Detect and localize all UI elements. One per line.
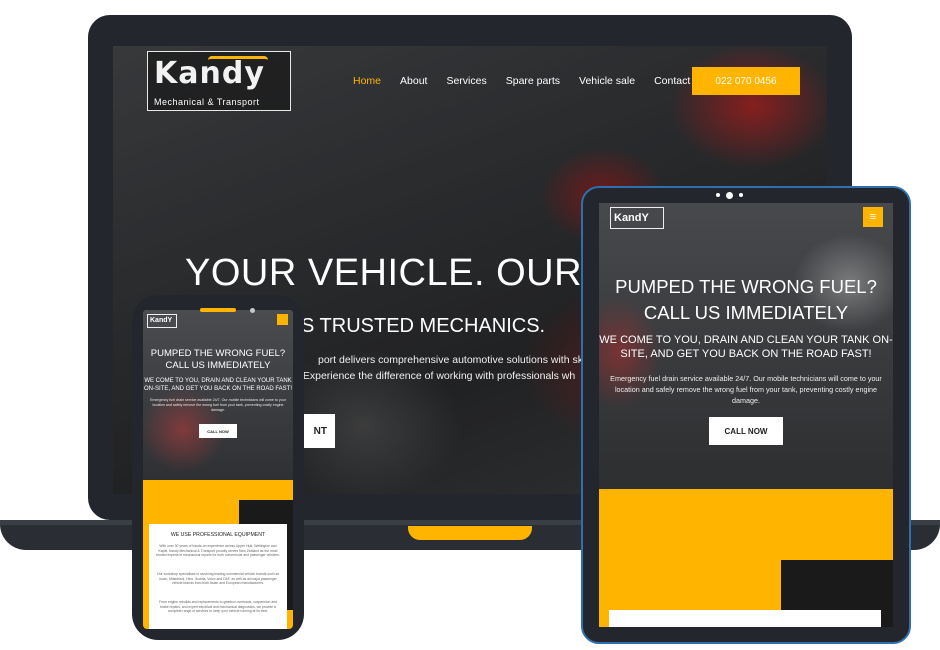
phone-hero-paragraph: Emergency fuel drain service available 2… [150,398,286,412]
tablet-screen: KandY ≡ PUMPED THE WRONG FUEL? CALL US I… [599,203,893,627]
phone-card-title: WE USE PROFESSIONAL EQUIPMENT [170,532,266,538]
tablet-hero-title: PUMPED THE WRONG FUEL? CALL US IMMEDIATE… [599,274,893,326]
nav-home[interactable]: Home [353,75,381,87]
phone-card: WE USE PROFESSIONAL EQUIPMENT With over … [149,524,287,629]
nav-spare-parts[interactable]: Spare parts [506,75,560,87]
nav-vehicle-sale[interactable]: Vehicle sale [579,75,635,87]
phone-call-now-button[interactable]: CALL NOW [199,424,237,438]
phone-number-button[interactable]: 022 070 0456 [692,67,800,95]
logo-tagline: Mechanical & Transport [154,97,260,107]
nav-about[interactable]: About [400,75,427,87]
phone-screen: KandY PUMPED THE WRONG FUEL? CALL US IMM… [143,310,293,629]
phone-logo[interactable]: KandY [147,314,177,328]
phone-speaker [200,308,236,312]
tablet-card [609,610,881,627]
hamburger-icon[interactable]: ≡ [863,207,883,227]
tablet-hero-paragraph: Emergency fuel drain service available 2… [610,374,882,405]
hero-paragraph-line: port delivers comprehensive automotive s… [318,354,608,366]
device-mockup-stage: Kandy Mechanical & Transport Home About … [0,0,940,650]
tablet-title-line: PUMPED THE WRONG FUEL? [615,276,877,297]
phone-card-paragraph: Our workshop specialises in servicing le… [156,572,280,586]
phone-title-line: PUMPED THE WRONG FUEL? [150,348,286,359]
hero-paragraph-line: ing. Experience the difference of workin… [283,370,576,382]
tablet-title-line: CALL US IMMEDIATELY [643,302,849,323]
tablet-hero-subtitle: WE COME TO YOU, DRAIN AND CLEAN YOUR TAN… [599,334,893,360]
hero-subtitle: S TRUSTED MECHANICS. [301,315,546,337]
main-nav: Home About Services Spare parts Vehicle … [353,75,690,87]
phone-camera [250,308,255,313]
tablet-call-now-button[interactable]: CALL NOW [709,417,783,445]
tablet-camera [716,192,743,199]
phone-card-paragraph: From engine rebuilds and replacements to… [159,600,277,614]
phone-hero-title: PUMPED THE WRONG FUEL? CALL US IMMEDIATE… [143,348,293,372]
phone-title-line: CALL US IMMEDIATELY [165,360,271,371]
nav-contact[interactable]: Contact [654,75,690,87]
nav-services[interactable]: Services [446,75,486,87]
tablet-logo[interactable]: KandY [610,207,664,229]
tablet-hero: KandY ≡ PUMPED THE WRONG FUEL? CALL US I… [599,203,893,489]
logo-wordmark: Kandy [154,56,265,91]
phone-card-paragraph: With over 30 years of hands-on experienc… [156,544,280,558]
hero-title: YOUR VEHICLE. OUR P [185,252,619,294]
site-logo[interactable]: Kandy Mechanical & Transport [147,51,291,111]
hamburger-icon[interactable] [277,314,288,325]
phone-hero: KandY PUMPED THE WRONG FUEL? CALL US IMM… [143,310,293,480]
laptop-notch [408,526,532,540]
phone-hero-subtitle: WE COME TO YOU, DRAIN AND CLEAN YOUR TAN… [143,378,293,392]
